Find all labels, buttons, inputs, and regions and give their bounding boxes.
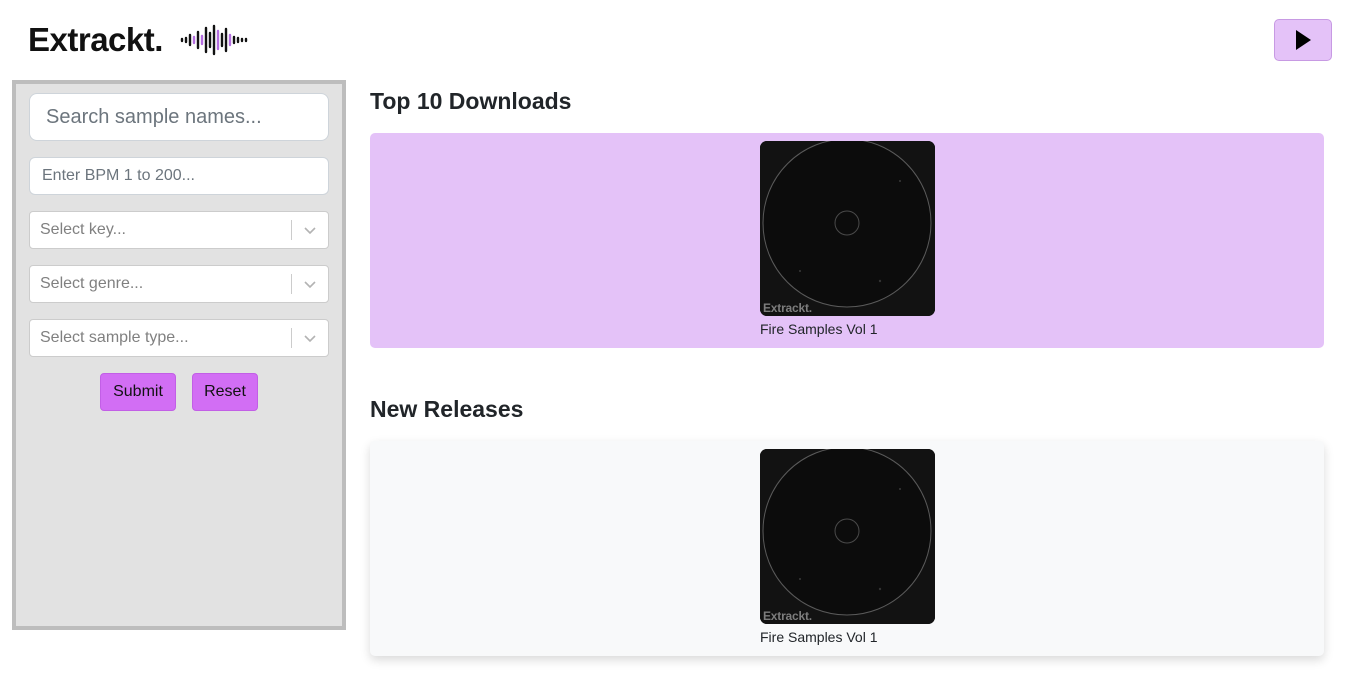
section-title-new-releases: New Releases <box>370 396 524 422</box>
play-icon <box>1296 30 1311 50</box>
top-downloads-carousel: Extrackt. Fire Samples Vol 1 <box>370 133 1324 348</box>
vinyl-disc-image <box>760 449 935 624</box>
play-button[interactable] <box>1274 19 1332 61</box>
cover-watermark: Extrackt. <box>763 609 812 623</box>
release-card[interactable]: Extrackt. Fire Samples Vol 1 <box>760 141 935 337</box>
genre-select-placeholder: Select genre... <box>40 275 144 292</box>
sample-type-select-placeholder: Select sample type... <box>40 329 189 346</box>
release-card[interactable]: Extrackt. Fire Samples Vol 1 <box>760 449 935 645</box>
submit-button[interactable]: Submit <box>100 373 176 411</box>
brand-name: Extrackt. <box>28 21 163 58</box>
genre-select[interactable]: Select genre... <box>29 265 329 303</box>
sample-type-select[interactable]: Select sample type... <box>29 319 329 357</box>
key-select[interactable]: Select key... <box>29 211 329 249</box>
section-title-top-downloads: Top 10 Downloads <box>370 88 572 114</box>
bpm-input[interactable] <box>29 157 329 195</box>
release-title[interactable]: Fire Samples Vol 1 <box>760 629 935 645</box>
chevron-down-icon[interactable] <box>292 331 328 345</box>
reset-button[interactable]: Reset <box>192 373 258 411</box>
cover-watermark: Extrackt. <box>763 301 812 315</box>
soundwave-icon <box>180 24 248 56</box>
album-cover: Extrackt. <box>760 449 935 624</box>
chevron-down-icon[interactable] <box>292 223 328 237</box>
key-select-placeholder: Select key... <box>40 221 126 238</box>
album-cover: Extrackt. <box>760 141 935 316</box>
chevron-down-icon[interactable] <box>292 277 328 291</box>
search-input[interactable] <box>29 93 329 141</box>
release-title[interactable]: Fire Samples Vol 1 <box>760 321 935 337</box>
new-releases-carousel: Extrackt. Fire Samples Vol 1 <box>370 441 1324 656</box>
brand-logo[interactable]: Extrackt. <box>28 20 251 60</box>
vinyl-disc-image <box>760 141 935 316</box>
filter-sidebar: Select key... Select genre... Select sam… <box>12 80 346 630</box>
